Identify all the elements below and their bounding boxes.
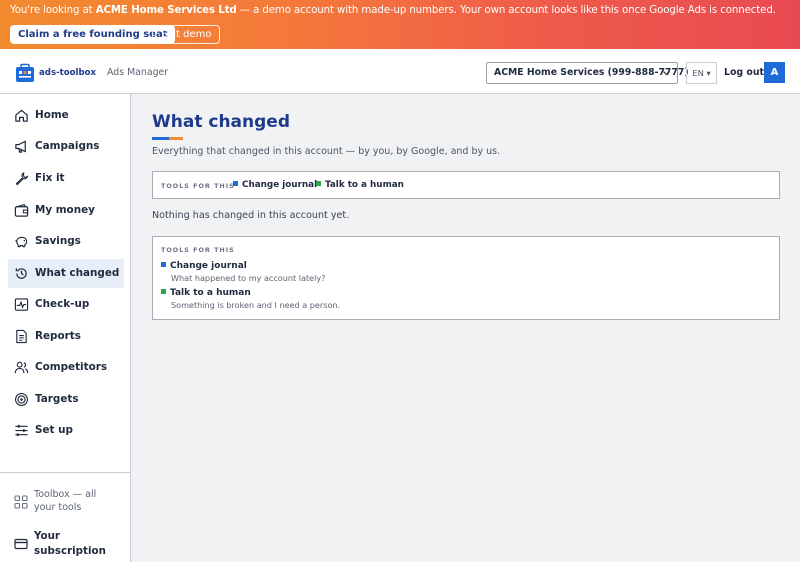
- pulse-icon: [14, 298, 29, 311]
- claim-seat-button[interactable]: Claim a free founding seat: [10, 25, 176, 44]
- tool-item-talk-to-human[interactable]: Talk to a human Something is broken and …: [161, 288, 340, 310]
- sidebar-item-competitors[interactable]: Competitors: [8, 353, 124, 382]
- target-icon: [15, 393, 28, 406]
- tool-name: Change journal: [161, 261, 325, 271]
- tool-description: Something is broken and I need a person.: [171, 300, 341, 310]
- tool-link-talk-to-human[interactable]: Talk to a human: [316, 180, 404, 190]
- tool-link-change-journal[interactable]: Change journal: [233, 180, 317, 190]
- tool-name: Talk to a human: [161, 288, 340, 298]
- megaphone-icon: [15, 140, 26, 153]
- tool-name-text: Change journal: [170, 261, 247, 271]
- sidebar: Home Campaigns Fix it My money Savings W…: [0, 94, 131, 562]
- sidebar-item-reports[interactable]: Reports: [8, 322, 124, 351]
- sidebar-item-check-up[interactable]: Check-up: [8, 290, 124, 319]
- demo-banner: You're looking at ACME Home Services Ltd…: [0, 0, 800, 49]
- tools-box: TOOLS FOR THIS Change journal What happe…: [152, 236, 780, 320]
- sidebar-item-label: Reports: [35, 330, 81, 342]
- sidebar-item-what-changed[interactable]: What changed: [8, 259, 124, 288]
- sidebar-item-label: Targets: [35, 393, 79, 405]
- tool-description: What happened to my account lately?: [171, 273, 326, 283]
- sidebar-toolbox-link[interactable]: Toolbox — all your tools: [8, 487, 126, 517]
- logout-button[interactable]: Log out: [724, 67, 764, 78]
- tools-caption: TOOLS FOR THIS: [161, 182, 235, 190]
- wallet-icon: [14, 204, 29, 217]
- exit-demo-button[interactable]: Exit demo: [152, 25, 221, 44]
- tools-caption: TOOLS FOR THIS: [161, 246, 235, 254]
- toolbox-label: Toolbox — all your tools: [34, 489, 97, 513]
- sidebar-item-my-money[interactable]: My money: [8, 196, 124, 225]
- credit-card-icon: [14, 538, 28, 550]
- toolbox-logo-icon[interactable]: [15, 63, 35, 83]
- sidebar-item-home[interactable]: Home: [8, 101, 124, 130]
- page-title: What changed: [152, 112, 290, 132]
- square-bullet-icon: [316, 181, 321, 186]
- empty-state-message: Nothing has changed in this account yet.: [152, 210, 350, 221]
- banner-prefix: You're looking at: [10, 5, 96, 16]
- account-selector-value: ACME Home Services (999-888-7777): [494, 67, 689, 78]
- sidebar-item-label: Campaigns: [35, 140, 100, 152]
- sidebar-item-savings[interactable]: Savings: [8, 227, 124, 256]
- account-selector[interactable]: ACME Home Services (999-888-7777): [486, 62, 689, 84]
- tool-link-label: Change journal: [242, 180, 318, 190]
- banner-account-name: ACME Home Services Ltd: [95, 5, 237, 16]
- sidebar-subscription-link[interactable]: Your subscription: [8, 528, 126, 560]
- tool-item-change-journal[interactable]: Change journal What happened to my accou…: [161, 261, 325, 283]
- wrench-icon: [15, 172, 29, 186]
- sliders-icon: [15, 424, 28, 437]
- chevron-down-icon: [663, 71, 670, 76]
- title-underline: [152, 137, 183, 140]
- tool-name-text: Talk to a human: [170, 288, 251, 298]
- sidebar-item-fix-it[interactable]: Fix it: [8, 164, 124, 193]
- square-bullet-icon: [233, 181, 238, 186]
- language-selector[interactable]: EN ▾: [686, 62, 717, 84]
- sidebar-item-campaigns[interactable]: Campaigns: [8, 132, 124, 161]
- demo-banner-text: You're looking at ACME Home Services Ltd…: [10, 5, 776, 16]
- logo-text[interactable]: ads-toolbox: [39, 68, 96, 78]
- piggy-bank-icon: [15, 236, 28, 248]
- sidebar-item-label: Check-up: [35, 298, 90, 310]
- square-bullet-icon: [161, 262, 166, 267]
- sidebar-item-label: Set up: [35, 424, 73, 436]
- ads-manager-link[interactable]: Ads Manager: [107, 67, 168, 78]
- document-icon: [16, 329, 27, 344]
- sidebar-item-label: What changed: [35, 267, 120, 279]
- banner-suffix: — a demo account with made-up numbers. Y…: [236, 5, 776, 16]
- sidebar-divider: [0, 472, 131, 473]
- sidebar-item-label: Competitors: [35, 361, 108, 373]
- subscription-label: Your subscription: [34, 530, 106, 557]
- sidebar-item-label: My money: [35, 204, 95, 216]
- sidebar-item-label: Home: [35, 109, 69, 121]
- history-icon: [15, 268, 27, 279]
- grid-icon: [14, 495, 28, 509]
- tool-link-label: Talk to a human: [325, 180, 404, 190]
- tools-bar: TOOLS FOR THIS Change journal Talk to a …: [152, 171, 780, 199]
- sidebar-item-targets[interactable]: Targets: [8, 385, 124, 414]
- sidebar-item-label: Savings: [35, 235, 81, 247]
- square-bullet-icon: [161, 289, 166, 294]
- page-subtitle: Everything that changed in this account …: [152, 146, 501, 157]
- sidebar-item-set-up[interactable]: Set up: [8, 416, 124, 445]
- avatar[interactable]: A: [764, 62, 785, 83]
- home-icon: [15, 109, 28, 122]
- sidebar-item-label: Fix it: [35, 172, 65, 184]
- top-bar: ads-toolbox Ads Manager ACME Home Servic…: [0, 49, 800, 94]
- users-icon: [14, 361, 29, 374]
